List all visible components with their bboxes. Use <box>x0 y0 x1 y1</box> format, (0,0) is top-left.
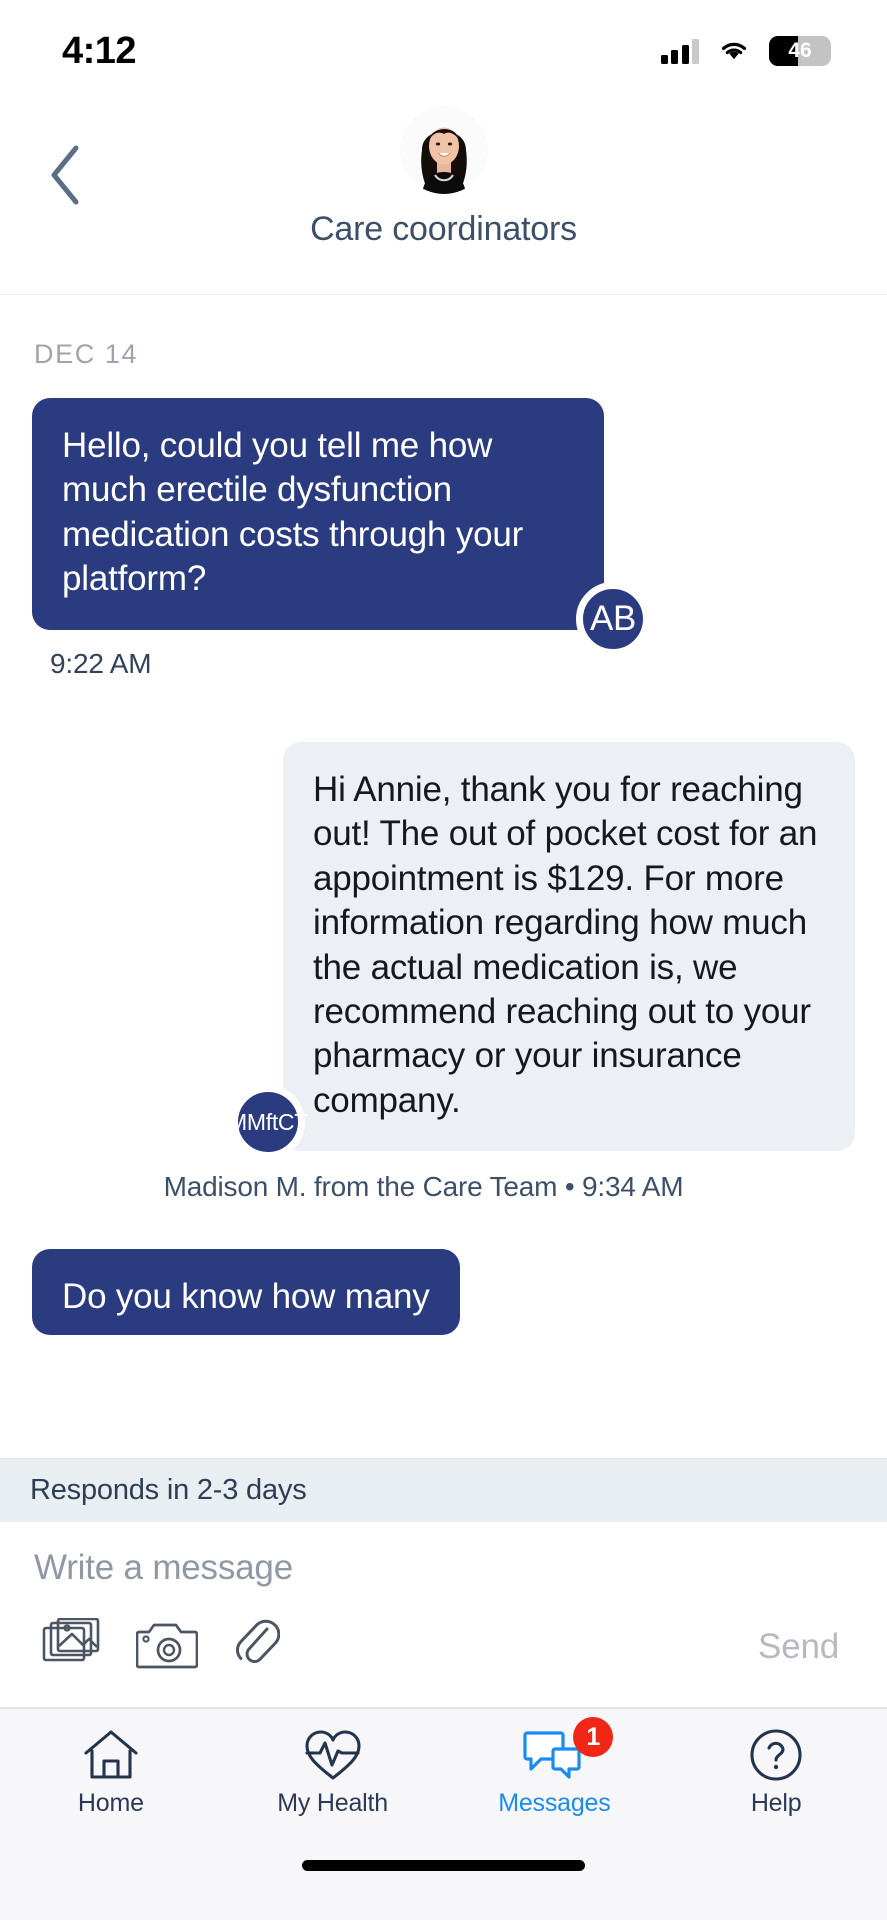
home-indicator[interactable] <box>302 1860 585 1871</box>
message-composer: Write a message Send <box>0 1522 887 1708</box>
responds-banner: Responds in 2-3 days <box>0 1458 887 1522</box>
message-thread[interactable]: DEC 14 Hello, could you tell me how much… <box>0 295 887 1458</box>
status-time: 4:12 <box>62 29 137 72</box>
message-input[interactable]: Write a message <box>34 1548 853 1588</box>
camera-icon[interactable] <box>135 1618 199 1675</box>
tab-label: Help <box>750 1789 802 1817</box>
battery-percent: 46 <box>788 39 812 62</box>
message-bubble-outgoing-partial[interactable]: Do you know how many <box>32 1249 460 1336</box>
home-indicator-area <box>0 1856 887 1920</box>
message-row: Do you know how many <box>32 1249 855 1336</box>
heartbeat-icon <box>302 1727 364 1783</box>
composer-actions: Send <box>34 1616 853 1677</box>
home-icon <box>80 1727 142 1783</box>
tab-my-health[interactable]: My Health <box>222 1727 444 1818</box>
tab-label: Messages <box>498 1789 611 1817</box>
message-sender-meta: Madison M. from the Care Team • 9:34 AM <box>163 1171 684 1203</box>
date-separator: DEC 14 <box>34 339 139 369</box>
message-bubble-outgoing[interactable]: Hello, could you tell me how much erecti… <box>32 398 650 656</box>
back-chevron-icon <box>47 144 83 211</box>
back-button[interactable] <box>34 142 96 212</box>
tab-label: Home <box>77 1789 144 1817</box>
conversation-header: Care coordinators <box>0 92 887 295</box>
attachment-icons <box>34 1616 281 1677</box>
status-indicators: 46 <box>660 26 831 67</box>
message-bubble-incoming[interactable]: Hi Annie, thank you for reaching out! Th… <box>228 741 855 1160</box>
unread-badge: 1 <box>573 1717 614 1757</box>
send-button[interactable]: Send <box>758 1627 853 1667</box>
message-row: Hello, could you tell me how much erecti… <box>32 398 855 656</box>
avatar[interactable] <box>399 106 488 194</box>
cellular-signal-icon <box>660 38 699 64</box>
photo-library-icon[interactable] <box>42 1617 100 1675</box>
sender-avatar-initials[interactable]: AB <box>576 581 650 656</box>
wifi-icon <box>718 36 750 67</box>
battery-icon: 46 <box>769 36 831 66</box>
tab-help[interactable]: Help <box>665 1727 887 1818</box>
chat-bubbles-icon: 1 <box>521 1717 614 1783</box>
message-text: Hello, could you tell me how much erecti… <box>62 426 524 599</box>
bottom-tab-bar: Home My Health 1 Messages Help <box>0 1708 887 1856</box>
tab-home[interactable]: Home <box>0 1727 222 1818</box>
page-title: Care coordinators <box>310 210 577 248</box>
message-text: Do you know how many <box>62 1277 430 1317</box>
message-row: Hi Annie, thank you for reaching out! Th… <box>32 741 855 1160</box>
status-bar: 4:12 46 <box>0 0 887 92</box>
tab-label: My Health <box>277 1789 388 1817</box>
question-circle-icon <box>747 1727 805 1783</box>
message-text: Hi Annie, thank you for reaching out! Th… <box>313 769 818 1120</box>
message-timestamp: 9:22 AM <box>50 647 152 679</box>
sender-avatar-initials[interactable]: MMftCT <box>228 1085 308 1160</box>
tab-messages[interactable]: 1 Messages <box>444 1717 666 1818</box>
header-center: Care coordinators <box>310 92 577 249</box>
paperclip-icon[interactable] <box>234 1616 281 1677</box>
phone-screen: 4:12 46 Care coordinators DEC 14 Hello, … <box>0 0 887 1920</box>
